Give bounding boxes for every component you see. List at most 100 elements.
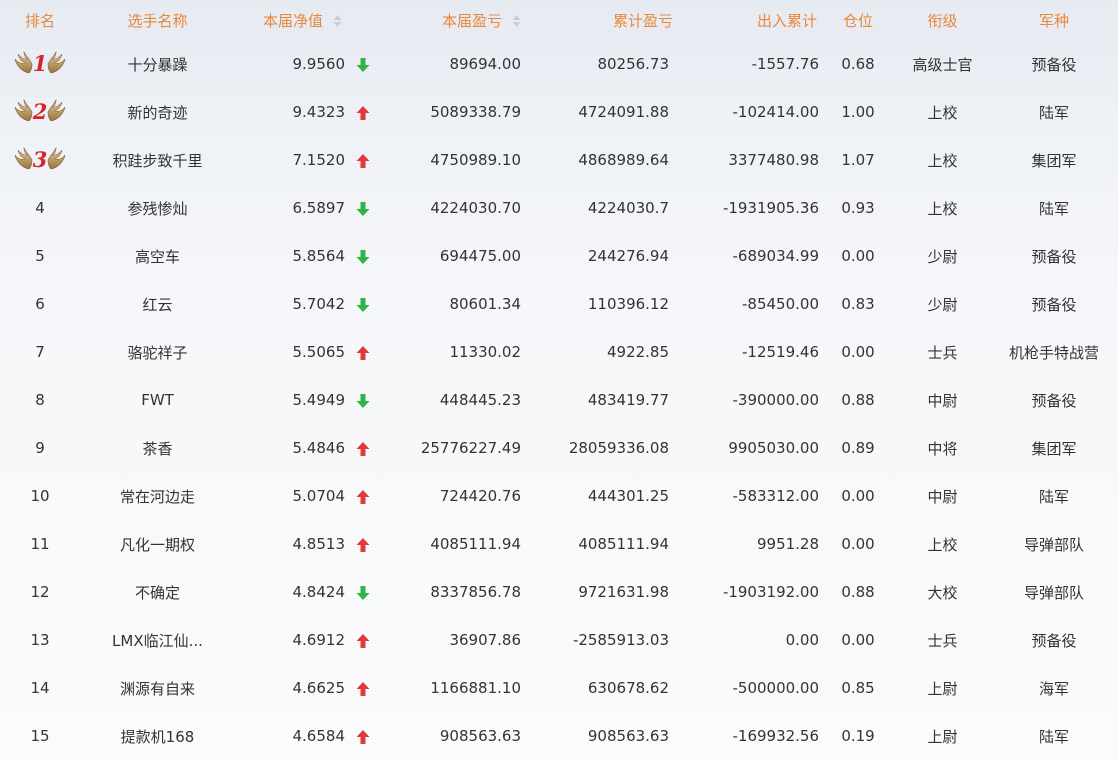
cell-grade: 少尉 [927,295,958,314]
cell-rank: 15 [0,712,80,760]
table-row[interactable]: 5 高空车 5.8564 694475.00 244276.94 -689034.99 0.… [0,232,1118,280]
cell-nav: 4.6625 [292,679,346,697]
cell-cumulative: 908563.63 [587,727,670,745]
cell-player-name[interactable]: 十分暴躁 [80,40,235,88]
cell-grade: 上校 [927,151,958,170]
cell-profit: 694475.00 [439,247,522,265]
cell-player-name[interactable]: 新的奇迹 [80,88,235,136]
cell-rank: 2 [0,88,80,136]
rank-number: 7 [35,343,45,361]
table-row[interactable]: 3 积跬步致千里 7.1520 4750989.10 4868989.64 3377480… [0,136,1118,184]
cell-rank: 8 [0,376,80,424]
sort-icon[interactable] [333,14,342,28]
rank-number: 13 [30,631,50,649]
cell-branch: 陆军 [1039,727,1070,746]
trend-up-icon [355,727,371,745]
cell-grade: 上尉 [927,679,958,698]
table-row[interactable]: 13 LMX临江仙... 4.6912 36907.86 -2585913.03 0.00… [0,616,1118,664]
table-row[interactable]: 8 FWT 5.4949 448445.23 483419.77 -390000.00 0.… [0,376,1118,424]
cell-flow: 3377480.98 [728,151,820,169]
header-profit[interactable]: 本届盈亏 [380,0,527,40]
cell-grade: 中尉 [927,391,958,410]
rank-number: 4 [35,199,45,217]
cell-flow: 9951.28 [756,535,820,553]
trend-down-icon [355,55,371,73]
cell-profit: 4750989.10 [430,151,522,169]
cell-player-name[interactable]: 茶香 [80,424,235,472]
trend-up-icon [355,151,371,169]
cell-cumulative: 28059336.08 [568,439,670,457]
table-row[interactable]: 2 新的奇迹 9.4323 5089338.79 4724091.88 -102414.0… [0,88,1118,136]
cell-position: 0.83 [841,295,875,313]
trend-up-icon [355,679,371,697]
cell-player-name[interactable]: 渊源有自来 [80,664,235,712]
table-row[interactable]: 1 十分暴躁 9.9560 89694.00 80256.73 -1557.76 0.68 高… [0,40,1118,88]
cell-profit: 4085111.94 [430,535,522,553]
cell-player-name[interactable]: 积跬步致千里 [80,136,235,184]
cell-flow: -12519.46 [742,343,820,361]
cell-grade: 上尉 [927,727,958,746]
table-row[interactable]: 15 提款机168 4.6584 908563.63 908563.63 -169932.… [0,712,1118,760]
cell-trend [345,280,380,328]
cell-grade: 大校 [927,583,958,602]
table-row[interactable]: 4 参残惨灿 6.5897 4224030.70 4224030.7 -1931905.3… [0,184,1118,232]
cell-player-name[interactable]: FWT [80,376,235,424]
cell-player-name[interactable]: 不确定 [80,568,235,616]
cell-player-name[interactable]: 高空车 [80,232,235,280]
rank-number: 15 [30,727,50,745]
cell-position: 0.00 [841,631,875,649]
cell-rank: 3 [0,136,80,184]
cell-profit: 11330.02 [449,343,522,361]
trend-up-icon [355,487,371,505]
cell-player-name[interactable]: 提款机168 [80,712,235,760]
cell-profit: 36907.86 [449,631,522,649]
cell-cumulative: 483419.77 [587,391,670,409]
table-row[interactable]: 7 骆驼祥子 5.5065 11330.02 4922.85 -12519.46 0.00 士… [0,328,1118,376]
cell-branch: 预备役 [1031,391,1077,410]
rank-number: 9 [35,439,45,457]
table-row[interactable]: 6 红云 5.7042 80601.34 110396.12 -85450.00 0.83 少… [0,280,1118,328]
table-row[interactable]: 12 不确定 4.8424 8337856.78 9721631.98 -1903192.… [0,568,1118,616]
cell-player-name[interactable]: 骆驼祥子 [80,328,235,376]
cell-cumulative: 244276.94 [587,247,670,265]
cell-rank: 7 [0,328,80,376]
rank-number: 2 [32,99,48,124]
cell-trend [345,376,380,424]
cell-cumulative: 444301.25 [587,487,670,505]
cell-branch: 预备役 [1031,247,1077,266]
cell-nav: 4.8424 [292,583,346,601]
cell-position: 1.00 [841,103,875,121]
sort-icon[interactable] [512,14,521,28]
cell-cumulative: 4724091.88 [578,103,670,121]
table-row[interactable]: 9 茶香 5.4846 25776227.49 28059336.08 9905030.0… [0,424,1118,472]
rank-medal-icon: 3 [14,145,66,175]
cell-position: 0.85 [841,679,875,697]
table-row[interactable]: 10 常在河边走 5.0704 724420.76 444301.25 -583312.0… [0,472,1118,520]
cell-player-name[interactable]: 红云 [80,280,235,328]
cell-flow: -169932.56 [732,727,820,745]
cell-nav: 6.5897 [292,199,346,217]
header-profit-label: 本届盈亏 [442,11,503,30]
cell-player-name[interactable]: 参残惨灿 [80,184,235,232]
cell-player-name[interactable]: 凡化一期权 [80,520,235,568]
cell-nav: 7.1520 [292,151,346,169]
cell-profit: 89694.00 [449,55,522,73]
header-cumulative: 累计盈亏 [613,11,674,30]
table-row[interactable]: 14 渊源有自来 4.6625 1166881.10 630678.62 -500000.… [0,664,1118,712]
header-nav[interactable]: 本届净值 [235,0,380,40]
cell-position: 0.88 [841,583,875,601]
cell-player-name[interactable]: LMX临江仙... [80,616,235,664]
cell-trend [345,664,380,712]
table-row[interactable]: 11 凡化一期权 4.8513 4085111.94 4085111.94 9951.28… [0,520,1118,568]
cell-grade: 少尉 [927,247,958,266]
cell-branch: 预备役 [1031,631,1077,650]
cell-grade: 上校 [927,199,958,218]
cell-profit: 25776227.49 [420,439,522,457]
cell-branch: 导弹部队 [1024,583,1085,602]
cell-cumulative: 4922.85 [606,343,670,361]
trend-down-icon [355,247,371,265]
cell-flow: -1903192.00 [722,583,820,601]
cell-rank: 4 [0,184,80,232]
cell-position: 0.00 [841,343,875,361]
cell-player-name[interactable]: 常在河边走 [80,472,235,520]
